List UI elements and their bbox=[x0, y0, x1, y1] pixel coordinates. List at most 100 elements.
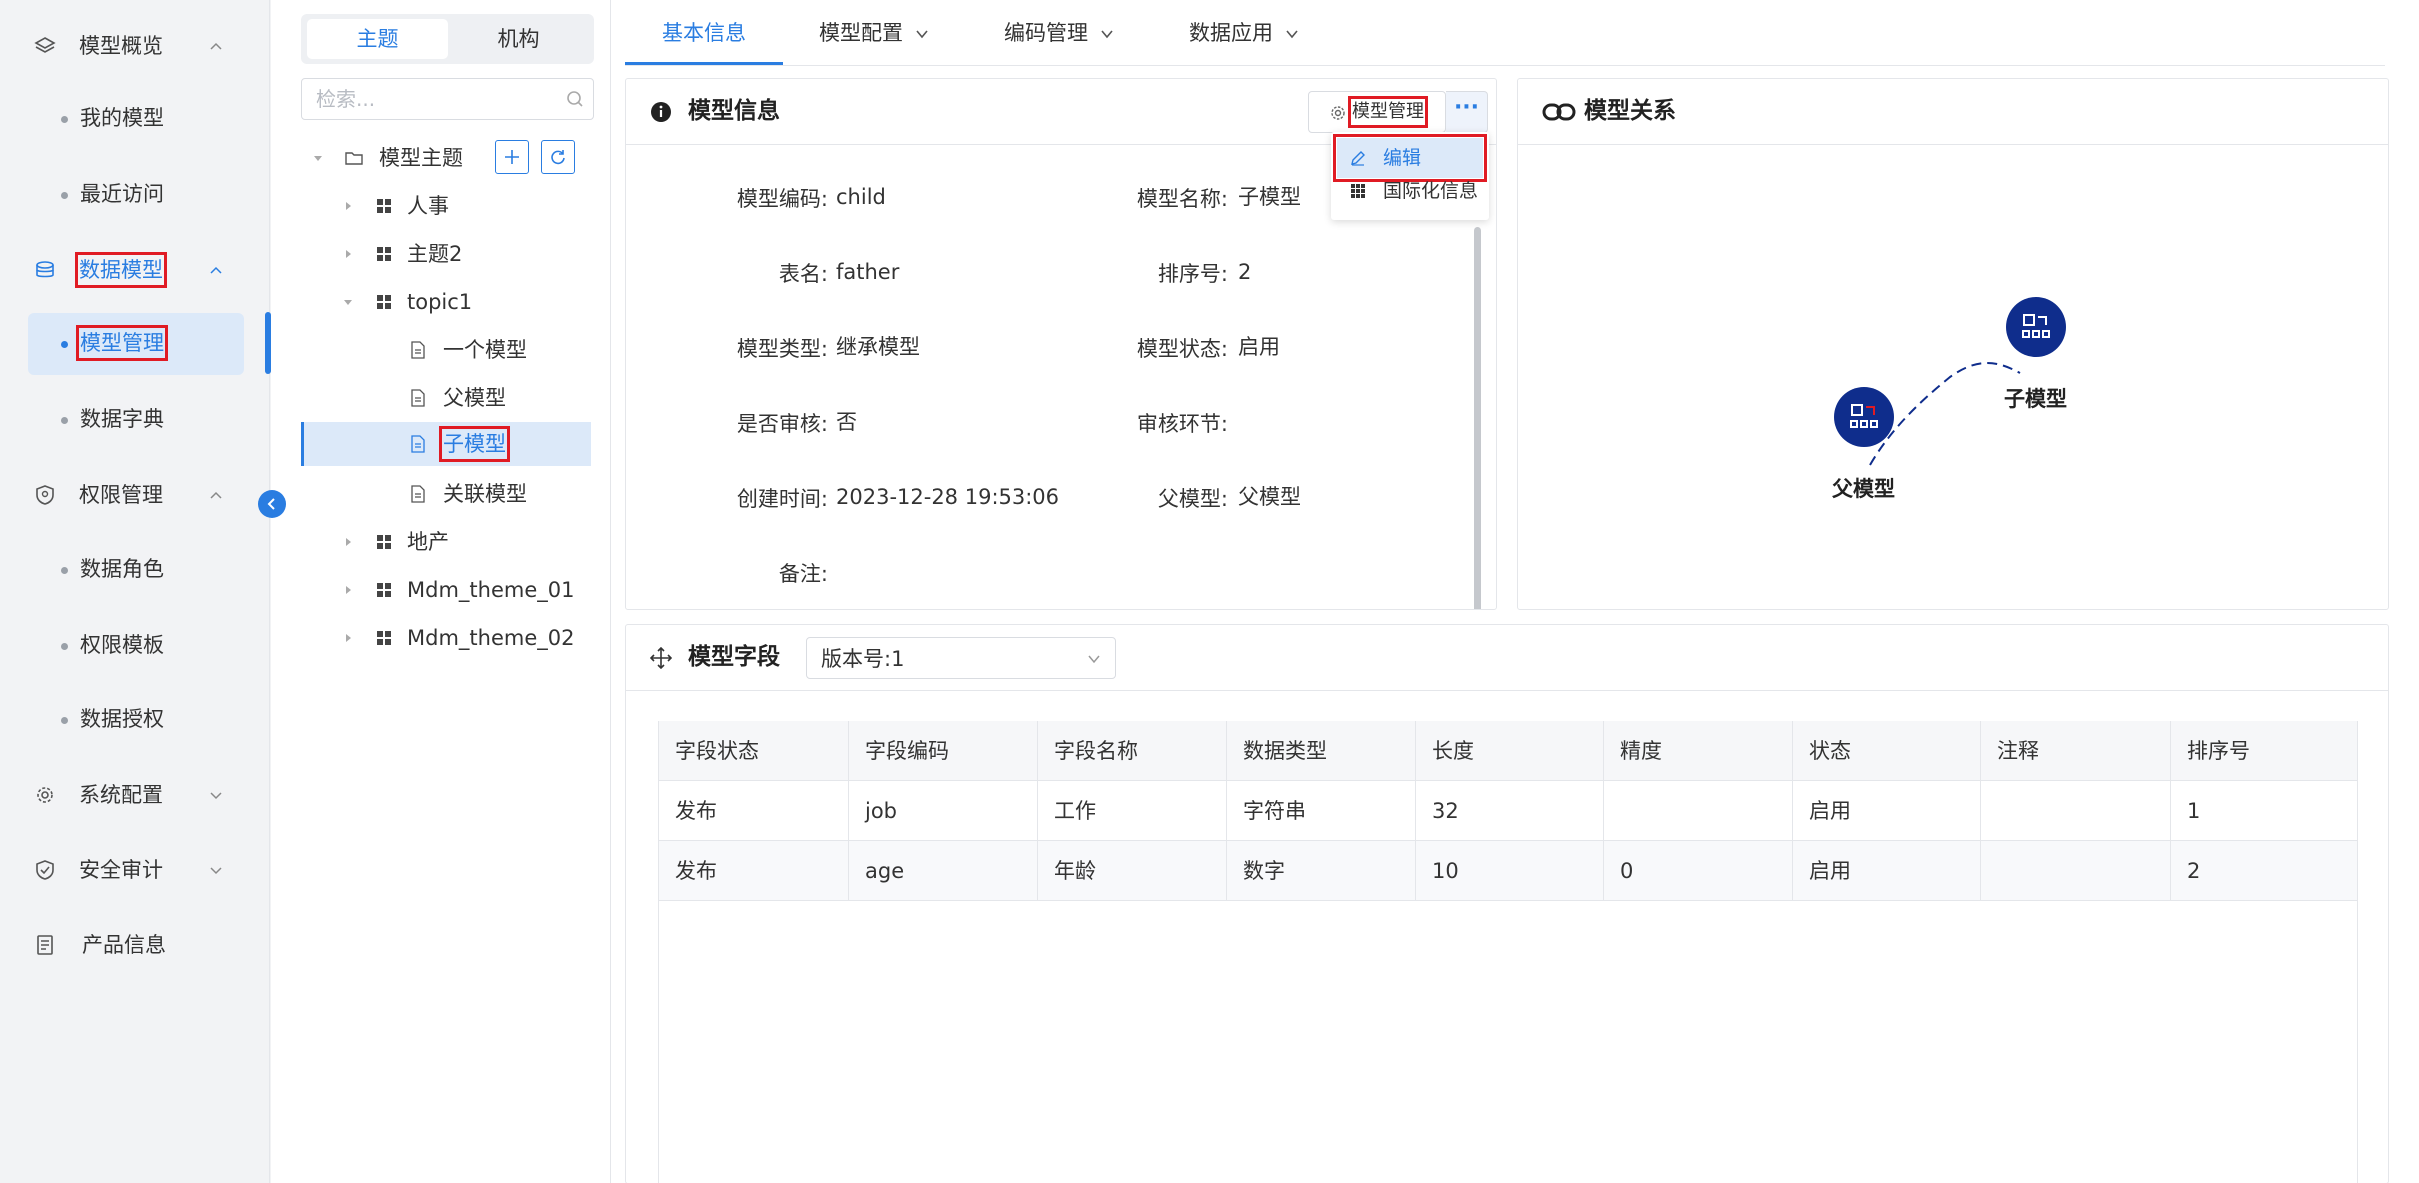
folder-icon bbox=[345, 152, 363, 165]
caret-down-icon bbox=[344, 300, 352, 305]
tree-node-theme02[interactable]: Mdm_theme_02 bbox=[341, 616, 591, 660]
tab-code-management[interactable]: 编码管理 bbox=[1004, 16, 1114, 50]
tree-node-label: 模型主题 bbox=[379, 146, 463, 170]
refresh-icon bbox=[551, 150, 565, 165]
file-icon bbox=[411, 485, 425, 503]
tree-node-topic1[interactable]: topic1 bbox=[341, 280, 591, 324]
tree-node-fu[interactable]: 父模型 bbox=[271, 376, 591, 420]
column-header[interactable]: 数据类型 bbox=[1227, 721, 1416, 781]
table-cell: 10 bbox=[1416, 841, 1604, 901]
model-fields-card: 模型字段 版本号:1 字段状态 字段编码 字段名称 数据类型 长度 精度 状态 … bbox=[625, 624, 2389, 1183]
link-icon bbox=[1542, 103, 1576, 121]
child-model-label: 子模型 bbox=[2004, 387, 2067, 411]
bullet-dot bbox=[61, 192, 68, 199]
parent-model-node[interactable] bbox=[1834, 387, 1894, 447]
sidebar-item-label: 数据授权 bbox=[80, 707, 164, 731]
file-icon bbox=[411, 341, 425, 359]
grid-icon bbox=[377, 535, 391, 549]
tab-data-application[interactable]: 数据应用 bbox=[1189, 16, 1299, 50]
tab-basic-info[interactable]: 基本信息 bbox=[662, 16, 746, 50]
column-header[interactable]: 状态 bbox=[1793, 721, 1981, 781]
tree-node-renshi[interactable]: 人事 bbox=[341, 184, 591, 228]
sidebar-item-data-authorization[interactable]: 数据授权 bbox=[28, 689, 244, 751]
column-header[interactable]: 字段状态 bbox=[659, 721, 849, 781]
chevron-up-icon bbox=[210, 491, 222, 499]
tab-label: 数据应用 bbox=[1189, 21, 1273, 45]
table-cell bbox=[1981, 841, 2171, 901]
tree-node-zhuti2[interactable]: 主题2 bbox=[341, 232, 591, 276]
table-header-row: 字段状态 字段编码 字段名称 数据类型 长度 精度 状态 注释 排序号 bbox=[659, 721, 2357, 781]
table-cell: 32 bbox=[1416, 781, 1604, 841]
tab-label: 模型配置 bbox=[819, 21, 903, 45]
field-label-code: 模型编码: bbox=[736, 187, 828, 211]
nav-group-data-model[interactable]: 数据模型 bbox=[0, 240, 270, 300]
field-value-review: 否 bbox=[836, 410, 857, 434]
chevron-up-icon bbox=[210, 42, 222, 50]
table-row[interactable]: 发布 job 工作 字符串 32 启用 1 bbox=[659, 781, 2357, 841]
more-actions-menu: 编辑 国际化信息 bbox=[1331, 132, 1489, 220]
caret-right-icon bbox=[346, 586, 351, 594]
model-management-button[interactable]: 模型管理 bbox=[1308, 91, 1446, 133]
table-cell: age bbox=[849, 841, 1038, 901]
sidebar-item-permission-templates[interactable]: 权限模板 bbox=[28, 615, 244, 677]
nav-group-system-config[interactable]: 系统配置 bbox=[0, 765, 270, 825]
field-label-review-step: 审核环节: bbox=[1136, 412, 1228, 436]
tree-node-label: 一个模型 bbox=[443, 338, 527, 362]
sidebar-item-model-management[interactable]: 模型管理 bbox=[28, 313, 244, 375]
sidebar-item-data-roles[interactable]: 数据角色 bbox=[28, 539, 244, 601]
nav-group-security-audit[interactable]: 安全审计 bbox=[0, 840, 270, 900]
fields-table: 字段状态 字段编码 字段名称 数据类型 长度 精度 状态 注释 排序号 发布 j… bbox=[658, 721, 2358, 1183]
sidebar-item-my-models[interactable]: 我的模型 bbox=[28, 88, 244, 150]
column-header[interactable]: 排序号 bbox=[2171, 721, 2357, 781]
column-header[interactable]: 字段名称 bbox=[1038, 721, 1227, 781]
column-header[interactable]: 字段编码 bbox=[849, 721, 1038, 781]
tree-search-input[interactable] bbox=[301, 78, 594, 120]
column-header[interactable]: 注释 bbox=[1981, 721, 2171, 781]
refresh-tree-button[interactable] bbox=[541, 140, 575, 174]
collapse-sidebar-button[interactable] bbox=[258, 490, 286, 518]
scrollbar-thumb[interactable] bbox=[1474, 227, 1481, 609]
tree-node-zi[interactable]: 子模型 bbox=[301, 422, 591, 466]
field-label-remark: 备注: bbox=[778, 562, 828, 586]
nav-group-label: 模型概览 bbox=[79, 34, 163, 58]
tab-organization[interactable]: 机构 bbox=[448, 19, 589, 59]
menu-item-label: 国际化信息 bbox=[1383, 180, 1479, 202]
column-header[interactable]: 精度 bbox=[1604, 721, 1793, 781]
child-model-node[interactable] bbox=[2006, 297, 2066, 357]
model-node-icon bbox=[1850, 404, 1878, 428]
nav-group-label: 系统配置 bbox=[79, 783, 163, 807]
table-row[interactable]: 发布 age 年龄 数字 10 0 启用 2 bbox=[659, 841, 2357, 901]
menu-item-edit[interactable]: 编辑 bbox=[1333, 134, 1487, 182]
nav-group-product-info[interactable]: 产品信息 bbox=[0, 915, 270, 975]
card-title: 模型字段 bbox=[688, 644, 780, 670]
tree-node-label: 子模型 bbox=[439, 426, 510, 462]
field-label-name: 模型名称: bbox=[1136, 187, 1228, 211]
chevron-down-icon bbox=[1286, 30, 1298, 39]
tree-node-label: 人事 bbox=[407, 194, 449, 218]
caret-right-icon bbox=[346, 634, 351, 642]
bullet-dot bbox=[61, 643, 68, 650]
tab-theme[interactable]: 主题 bbox=[307, 19, 448, 59]
tree-node-guanlian[interactable]: 关联模型 bbox=[271, 472, 591, 516]
gear-icon bbox=[1331, 106, 1345, 120]
table-cell: 数字 bbox=[1227, 841, 1416, 901]
version-select[interactable]: 版本号:1 bbox=[806, 637, 1116, 679]
column-header[interactable]: 长度 bbox=[1416, 721, 1604, 781]
bullet-dot bbox=[61, 116, 68, 123]
tree-node-dichan[interactable]: 地产 bbox=[341, 520, 591, 564]
menu-item-i18n[interactable]: 国际化信息 bbox=[1337, 178, 1483, 218]
nav-group-permission-management[interactable]: 权限管理 bbox=[0, 465, 270, 525]
tab-model-config[interactable]: 模型配置 bbox=[819, 16, 929, 50]
add-node-button[interactable] bbox=[495, 140, 529, 174]
relation-graph bbox=[1869, 362, 2021, 466]
tree-node-theme01[interactable]: Mdm_theme_01 bbox=[341, 568, 591, 612]
nav-group-model-overview[interactable]: 模型概览 bbox=[0, 16, 270, 76]
tab-label: 编码管理 bbox=[1004, 21, 1088, 45]
tab-label: 基本信息 bbox=[662, 21, 746, 45]
more-actions-button[interactable]: ··· bbox=[1446, 91, 1488, 133]
menu-item-label: 编辑 bbox=[1383, 147, 1422, 169]
sidebar-item-recent[interactable]: 最近访问 bbox=[28, 164, 244, 226]
tree-node-yige[interactable]: 一个模型 bbox=[271, 328, 591, 372]
sidebar-item-data-dictionary[interactable]: 数据字典 bbox=[28, 389, 244, 451]
chevron-down-icon bbox=[210, 792, 222, 800]
